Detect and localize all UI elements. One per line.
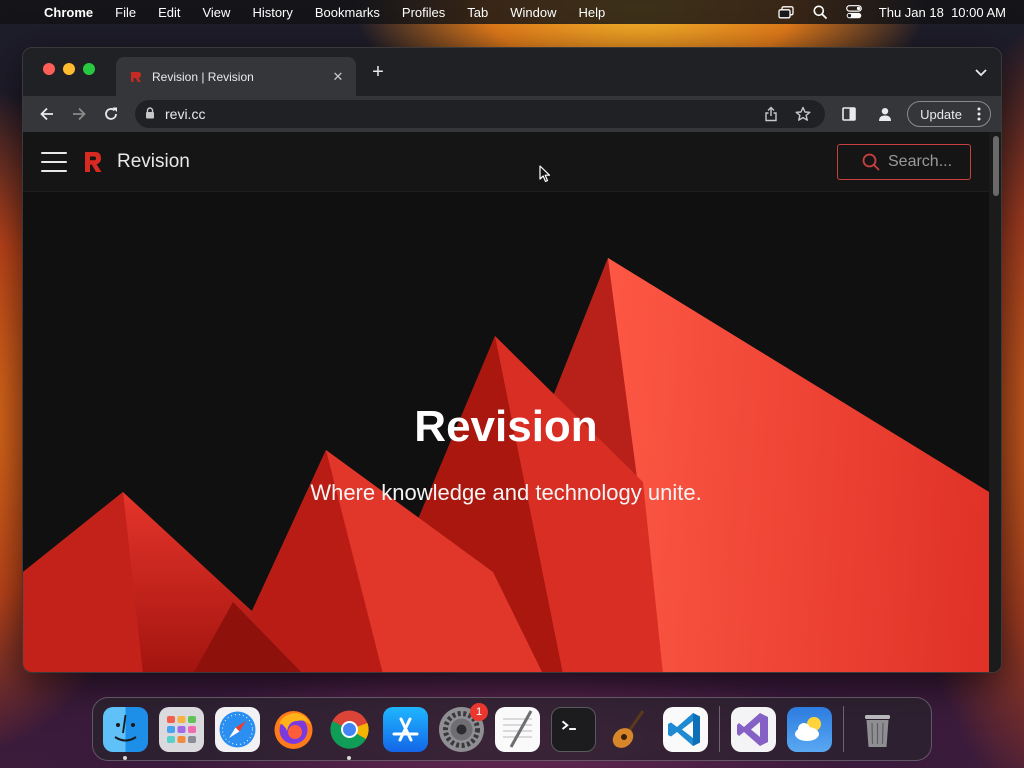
terminal-icon xyxy=(561,720,576,730)
dock-weather[interactable] xyxy=(787,706,832,752)
reload-icon[interactable] xyxy=(97,100,125,128)
share-icon[interactable] xyxy=(759,102,783,126)
menu-app-name[interactable]: Chrome xyxy=(40,5,104,20)
profile-avatar-icon[interactable] xyxy=(873,102,897,126)
weather-icon xyxy=(795,716,821,741)
app-store-icon xyxy=(392,717,419,741)
menubar-clock[interactable]: Thu Jan 18 10:00 AM xyxy=(879,5,1006,20)
url-text: revi.cc xyxy=(165,106,206,122)
window-controls xyxy=(43,63,95,75)
hero-section: Revision Where knowledge and technology … xyxy=(23,192,989,672)
menu-window[interactable]: Window xyxy=(499,5,567,20)
dock-app-store[interactable] xyxy=(383,706,428,752)
textedit-icon xyxy=(503,709,533,748)
tab-strip: Revision | Revision ✕ + xyxy=(23,48,1001,96)
site-name[interactable]: Revision xyxy=(117,151,190,173)
browser-toolbar: revi.cc Update xyxy=(23,96,1001,132)
spotlight-search-icon[interactable] xyxy=(811,5,829,19)
dock-safari[interactable] xyxy=(215,706,260,752)
tab-title: Revision | Revision xyxy=(152,69,254,84)
macos-menu-bar: Chrome File Edit View History Bookmarks … xyxy=(0,0,1024,24)
active-tab[interactable]: Revision | Revision ✕ xyxy=(116,57,356,96)
back-arrow-icon[interactable] xyxy=(33,100,61,128)
dock-system-settings[interactable]: 1 xyxy=(439,702,488,752)
address-bar[interactable]: revi.cc xyxy=(135,100,826,128)
menu-help[interactable]: Help xyxy=(568,5,617,20)
dock-vscode[interactable] xyxy=(663,706,708,752)
search-placeholder: Search... xyxy=(888,152,953,170)
site-header: Revision Search... xyxy=(23,132,989,192)
macos-dock: 1 xyxy=(92,697,932,761)
visual-studio-icon xyxy=(737,712,768,746)
hero-title: Revision xyxy=(414,402,598,451)
settings-notification-badge: 1 xyxy=(470,702,488,721)
dock-trash[interactable] xyxy=(855,707,900,752)
dock-terminal[interactable] xyxy=(551,706,596,752)
dock-garageband[interactable] xyxy=(607,707,652,752)
dock-firefox[interactable] xyxy=(271,707,316,752)
hero-subtitle: Where knowledge and technology unite. xyxy=(310,480,702,505)
forward-arrow-icon[interactable] xyxy=(65,100,93,128)
screen-mirroring-icon[interactable] xyxy=(777,5,795,19)
dock-textedit[interactable] xyxy=(495,706,540,752)
minimize-window-button[interactable] xyxy=(63,63,75,75)
firefox-icon xyxy=(274,710,313,749)
launchpad-icon xyxy=(167,715,196,743)
menu-history[interactable]: History xyxy=(241,5,303,20)
dock-chrome[interactable] xyxy=(327,707,372,760)
maximize-window-button[interactable] xyxy=(83,63,95,75)
page-scrollbar[interactable] xyxy=(989,132,1001,672)
scrollbar-thumb[interactable] xyxy=(993,136,999,196)
finder-running-indicator xyxy=(123,755,127,760)
dock-launchpad[interactable] xyxy=(159,706,204,752)
lock-icon[interactable] xyxy=(145,106,155,122)
chrome-icon xyxy=(330,710,369,749)
hamburger-menu-icon[interactable] xyxy=(41,151,67,172)
update-button[interactable]: Update xyxy=(907,101,991,127)
tab-search-chevron-icon[interactable] xyxy=(973,64,989,80)
control-center-icon[interactable] xyxy=(845,5,863,19)
menu-edit[interactable]: Edit xyxy=(147,5,191,20)
site-search-input[interactable]: Search... xyxy=(837,143,971,180)
menu-profiles[interactable]: Profiles xyxy=(391,5,456,20)
tab-close-icon[interactable]: ✕ xyxy=(330,69,346,85)
vscode-icon xyxy=(668,712,700,746)
dock-separator xyxy=(843,706,844,752)
menu-bookmarks[interactable]: Bookmarks xyxy=(304,5,391,20)
revision-favicon-icon xyxy=(131,71,141,82)
dock-visual-studio[interactable] xyxy=(731,706,776,752)
garageband-guitar-icon xyxy=(612,709,645,748)
search-icon xyxy=(862,153,880,171)
more-menu-icon[interactable] xyxy=(972,107,986,121)
page-viewport: Revision Search... Revision Where knowle… xyxy=(23,132,1001,672)
close-window-button[interactable] xyxy=(43,63,55,75)
menu-view[interactable]: View xyxy=(191,5,241,20)
side-panel-icon[interactable] xyxy=(837,102,861,126)
finder-icon xyxy=(114,714,137,741)
revision-logo-icon[interactable] xyxy=(83,150,103,174)
mouse-cursor-icon xyxy=(539,165,551,183)
browser-window: Revision | Revision ✕ + revi.cc Update R… xyxy=(22,47,1002,673)
dock-finder[interactable] xyxy=(103,706,148,760)
trash-icon xyxy=(865,714,890,747)
menu-file[interactable]: File xyxy=(104,5,147,20)
update-label: Update xyxy=(920,106,962,122)
bookmark-star-icon[interactable] xyxy=(791,102,815,126)
safari-compass-icon xyxy=(219,711,256,747)
chrome-running-indicator xyxy=(347,755,351,760)
new-tab-button[interactable]: + xyxy=(367,61,389,83)
menu-tab[interactable]: Tab xyxy=(456,5,499,20)
dock-separator xyxy=(719,706,720,752)
